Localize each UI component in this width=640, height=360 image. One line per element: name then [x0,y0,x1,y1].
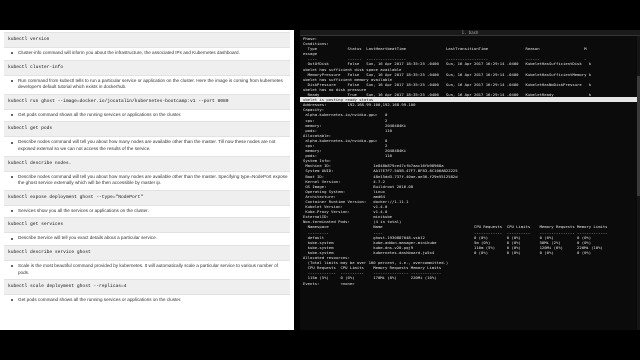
command-snippet[interactable]: kubectl get pods [4,121,290,138]
description-bullet: Describe nodes command will tell you abo… [11,139,288,152]
description-bullet: Describe nodes command will tell you abo… [11,173,288,186]
command-snippet[interactable]: kubectl scale deployment ghost --replica… [4,279,290,296]
doc-section: kubectl expose deployment ghost --type="… [0,189,294,215]
terminal-line: OutOfDisk False Sun, 16 Apr 2017 18:35:2… [303,61,592,67]
command-snippet[interactable]: kubectl cluster-info [4,59,290,76]
command-snippet[interactable]: kubectl get services [4,217,290,234]
terminal-output[interactable]: Phase: Conditions: Type Status LastHeartb… [300,36,640,286]
doc-section: kubectl version Cluster-info command will… [0,32,294,57]
terminal-line: --------- ---- ------------ ---------- -… [303,229,608,235]
doc-section: kubectl cluster-info Run command from kub… [0,59,294,91]
terminal-line: default ghost-1930887048-vsb12 0 (0%) 0 … [303,234,592,240]
doc-section: kubectl scale deployment ghost --replica… [0,279,294,304]
description-bullet: Cluster-info command will inform you abo… [11,50,288,57]
command-snippet[interactable]: kubectl version [4,32,290,48]
description-bullet: Services show you all the services or ap… [11,208,288,215]
command-snippet[interactable]: kubectl run ghost --image=docker.io/joca… [4,93,290,110]
terminal-window[interactable]: 1. bash Phase: Conditions: Type Status La… [300,30,640,330]
doc-section: kubectl run ghost --image=docker.io/joca… [0,93,294,119]
doc-section: kubectl get pods Describe nodes command w… [0,121,294,152]
description-bullet: Scale is the most beautiful command prov… [11,263,288,276]
command-snippet[interactable]: kubectl expose deployment ghost --type="… [4,189,290,206]
terminal-line: MemoryPressure False Sun, 16 Apr 2017 18… [303,71,592,77]
description-bullet: Run command from kubectl tells to run a … [11,78,288,91]
terminal-line: Namespace Name CPU Requests CPU Limits M… [303,224,608,230]
description-bullet: Get pods command shows all the running s… [11,297,288,304]
doc-section: kubectl describe service ghost Scale is t… [0,244,294,276]
description-bullet: Describe Service will tell you exact det… [11,235,288,242]
doc-section: kubectl get services Describe Service wil… [0,217,294,242]
terminal-line: Events: <none> [303,280,355,286]
tutorial-document[interactable]: kubectl version Cluster-info command will… [0,30,294,330]
doc-section: kubectl describe nodes. Describe nodes co… [0,155,294,187]
command-snippet[interactable]: kubectl describe service ghost [4,244,290,261]
screen: kubectl version Cluster-info command will… [0,0,640,360]
description-bullet: Get pods command shows all the running s… [11,112,288,119]
command-snippet[interactable]: kubectl describe nodes. [4,155,290,172]
terminal-line: kube-system kubernetes-dashboard-jw5x4 0… [303,249,592,255]
